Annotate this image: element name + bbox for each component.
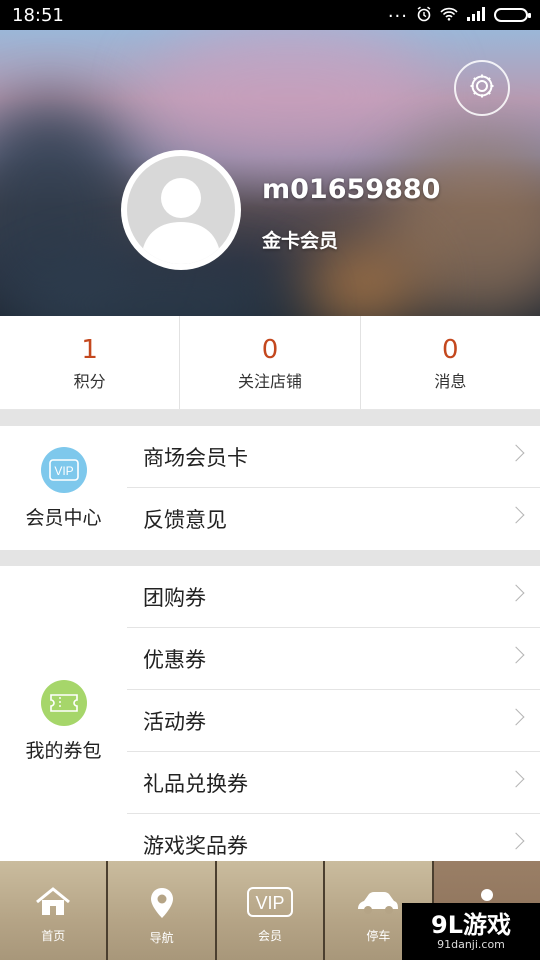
gift-coupon-row[interactable]: 礼品兑换券	[127, 752, 540, 814]
stat-label: 积分	[73, 371, 106, 391]
chevron-right-icon	[507, 506, 525, 524]
chevron-right-icon	[507, 708, 525, 726]
username: m01659880	[262, 174, 441, 205]
watermark-logo: 9L游戏	[431, 911, 511, 939]
tab-label: 停车	[366, 929, 391, 943]
chevron-right-icon	[507, 444, 525, 462]
member-center-section: VIP 会员中心 商场会员卡 反馈意见	[0, 426, 540, 550]
battery-icon	[494, 8, 531, 22]
row-label: 团购券	[143, 585, 206, 610]
avatar[interactable]	[121, 150, 241, 270]
stat-label: 关注店铺	[237, 371, 302, 391]
ticket-icon	[40, 679, 87, 726]
chevron-right-icon	[507, 584, 525, 602]
discount-coupon-row[interactable]: 优惠券	[127, 628, 540, 690]
location-pin-icon	[149, 887, 175, 923]
member-level: 金卡会员	[262, 230, 339, 252]
car-icon	[355, 887, 401, 921]
settings-button[interactable]	[454, 60, 510, 116]
section-divider	[0, 410, 540, 426]
watermark-url: 91danji.com	[437, 938, 505, 951]
member-center-header: VIP 会员中心	[0, 426, 127, 550]
svg-text:VIP: VIP	[54, 464, 73, 478]
chevron-right-icon	[507, 770, 525, 788]
member-card-row[interactable]: 商场会员卡	[127, 426, 540, 488]
row-label: 礼品兑换券	[143, 771, 248, 796]
coupon-section: 我的券包 团购券 优惠券 活动券 礼品兑换券 游戏奖品券	[0, 566, 540, 861]
vip-icon: VIP	[247, 887, 294, 921]
gear-icon	[467, 71, 497, 105]
chevron-right-icon	[507, 832, 525, 850]
profile-header: m01659880 金卡会员	[0, 30, 540, 316]
row-label: 游戏奖品券	[143, 833, 248, 858]
section-title: 会员中心	[25, 506, 102, 529]
stat-label: 消息	[434, 371, 467, 391]
stat-value: 0	[261, 334, 279, 365]
default-avatar-icon	[141, 178, 221, 264]
tab-label: 导航	[149, 931, 174, 945]
more-dots: ...	[387, 1, 408, 22]
stat-messages[interactable]: 0 消息	[361, 316, 540, 409]
group-buy-coupon-row[interactable]: 团购券	[127, 566, 540, 628]
coupon-header: 我的券包	[0, 566, 127, 861]
watermark: 9L游戏 91danji.com	[402, 903, 540, 960]
row-label: 商场会员卡	[143, 445, 248, 470]
vip-icon: VIP	[40, 446, 87, 493]
home-icon	[35, 887, 71, 921]
tab-navigation[interactable]: 导航	[108, 861, 217, 960]
signal-icon	[466, 6, 486, 24]
svg-text:VIP: VIP	[256, 893, 285, 913]
tab-home[interactable]: 首页	[0, 861, 109, 960]
stat-value: 0	[442, 334, 459, 365]
feedback-row[interactable]: 反馈意见	[127, 488, 540, 550]
event-coupon-row[interactable]: 活动券	[127, 690, 540, 752]
stats-bar: 1 积分 0 关注店铺 0 消息	[0, 316, 540, 410]
tab-member[interactable]: VIP 会员	[216, 861, 326, 960]
section-divider	[0, 550, 540, 566]
row-label: 优惠券	[143, 647, 206, 672]
status-time: 18:51	[12, 4, 64, 26]
row-label: 活动券	[143, 709, 206, 734]
alarm-icon	[416, 6, 432, 25]
wifi-icon	[440, 7, 458, 24]
game-prize-coupon-row[interactable]: 游戏奖品券	[127, 814, 540, 861]
chevron-right-icon	[507, 646, 525, 664]
row-label: 反馈意见	[143, 508, 227, 532]
stat-value: 1	[81, 334, 98, 365]
status-bar: 18:51 ...	[0, 0, 540, 30]
stat-points[interactable]: 1 积分	[0, 316, 181, 409]
tab-label: 会员	[258, 929, 283, 943]
stat-followed-shops[interactable]: 0 关注店铺	[180, 316, 361, 409]
section-title: 我的券包	[25, 739, 102, 762]
tab-label: 首页	[41, 929, 66, 943]
